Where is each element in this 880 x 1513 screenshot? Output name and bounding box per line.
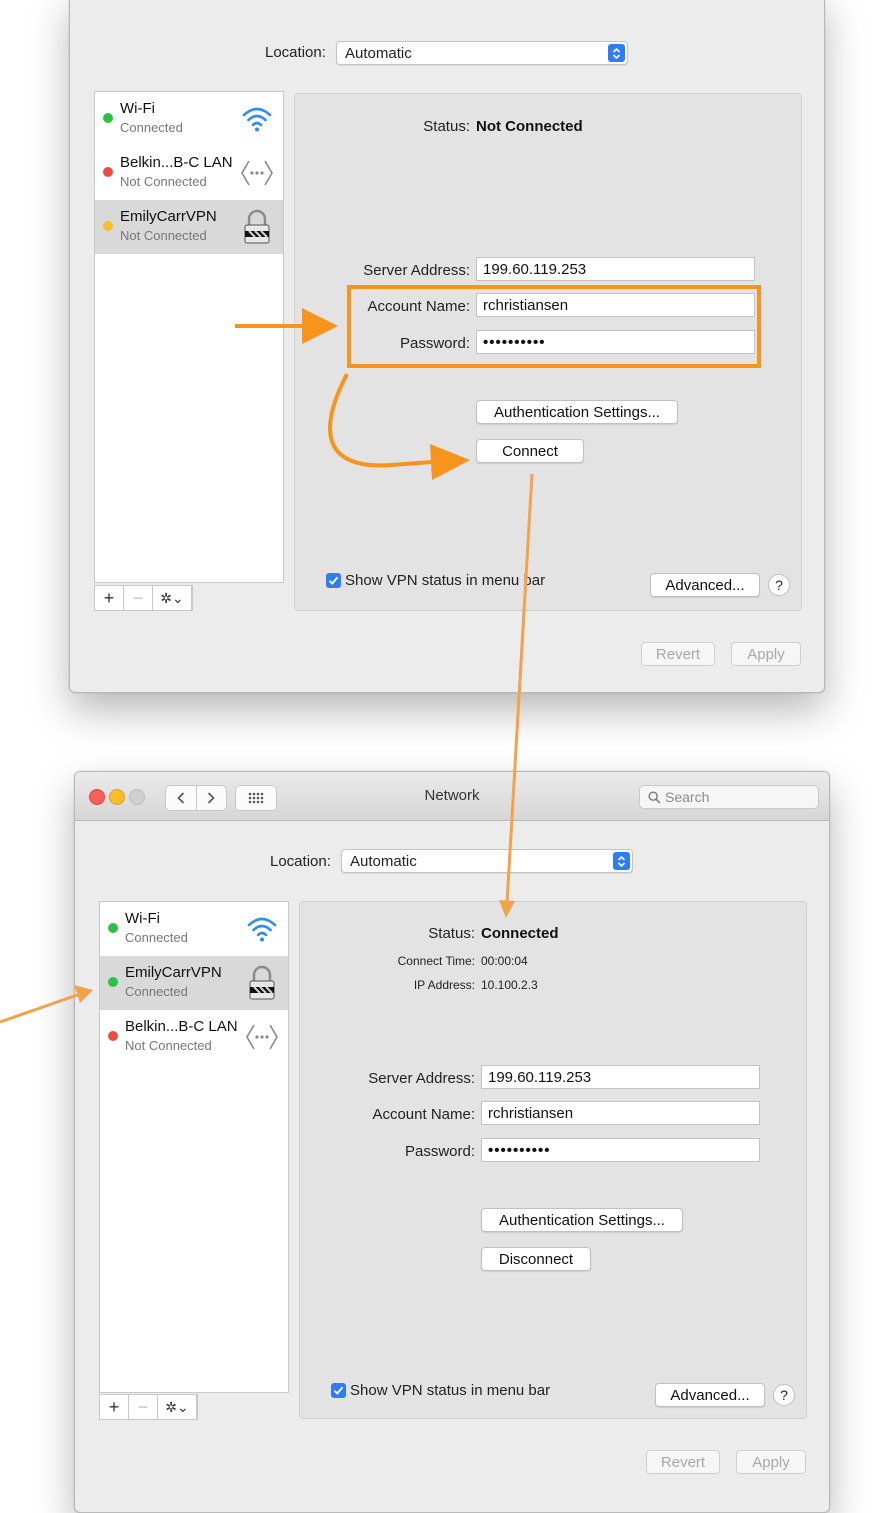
remove-service-button[interactable]: − xyxy=(129,1395,158,1419)
service-item-wifi[interactable]: Wi-Fi Connected xyxy=(95,92,283,146)
status-dot xyxy=(108,923,118,933)
service-name: Belkin...B-C LAN xyxy=(125,1018,238,1035)
location-value: Automatic xyxy=(350,852,417,870)
show-vpn-checkbox[interactable] xyxy=(326,573,341,588)
service-toolbar: + − ✲⌄ xyxy=(94,585,193,611)
status-dot xyxy=(103,221,113,231)
vpn-lock-icon xyxy=(239,209,275,245)
server-address-field[interactable]: 199.60.119.253 xyxy=(476,257,755,281)
authentication-settings-button[interactable]: Authentication Settings... xyxy=(476,400,678,424)
service-name: Wi-Fi xyxy=(120,100,155,117)
location-label: Location: xyxy=(270,853,331,870)
service-item-vpn[interactable]: EmilyCarrVPN Connected xyxy=(100,956,288,1010)
status-value: Not Connected xyxy=(476,118,583,135)
network-window-after: Network Search Location: Automatic Wi-Fi… xyxy=(74,771,830,1513)
search-input[interactable]: Search xyxy=(639,785,819,809)
password-label: Password: xyxy=(404,1143,475,1160)
location-label: Location: xyxy=(265,44,326,61)
ethernet-icon xyxy=(244,1019,280,1055)
password-field[interactable]: •••••••••• xyxy=(481,1138,760,1162)
title-bar: Network Search xyxy=(75,772,829,821)
status-dot xyxy=(108,1031,118,1041)
service-item-vpn[interactable]: EmilyCarrVPN Not Connected xyxy=(95,200,283,254)
wifi-icon xyxy=(239,101,275,137)
account-name-label: Account Name: xyxy=(372,1106,475,1123)
service-item-wifi[interactable]: Wi-Fi Connected xyxy=(100,902,288,956)
status-value: Connected xyxy=(481,925,559,942)
detail-pane: Status: Connected Connect Time: 00:00:04… xyxy=(299,901,807,1419)
help-button[interactable]: ? xyxy=(773,1384,795,1406)
status-dot xyxy=(103,167,113,177)
service-list: Wi-Fi Connected EmilyCarrVPN Connected B… xyxy=(99,901,289,1393)
gear-icon[interactable]: ✲⌄ xyxy=(153,586,192,610)
apply-button[interactable]: Apply xyxy=(736,1450,806,1474)
disconnect-button[interactable]: Disconnect xyxy=(481,1247,591,1271)
gear-icon[interactable]: ✲⌄ xyxy=(158,1395,197,1419)
service-status: Connected xyxy=(120,120,183,135)
account-name-field[interactable]: rchristiansen xyxy=(481,1101,760,1125)
server-address-field[interactable]: 199.60.119.253 xyxy=(481,1065,760,1089)
ip-address-label: IP Address: xyxy=(413,978,475,992)
revert-button[interactable]: Revert xyxy=(646,1450,720,1474)
status-dot xyxy=(103,113,113,123)
service-status: Not Connected xyxy=(120,228,207,243)
location-popup[interactable]: Automatic xyxy=(341,849,633,873)
location-popup[interactable]: Automatic xyxy=(336,41,628,65)
service-item-lan[interactable]: Belkin...B-C LAN Not Connected xyxy=(100,1010,288,1064)
connect-button[interactable]: Connect xyxy=(476,439,584,463)
location-value: Automatic xyxy=(345,44,412,62)
advanced-button[interactable]: Advanced... xyxy=(650,573,760,597)
service-name: Wi-Fi xyxy=(125,910,160,927)
service-name: EmilyCarrVPN xyxy=(120,208,217,225)
service-list: Wi-Fi Connected Belkin...B-C LAN Not Con… xyxy=(94,91,284,583)
apply-button[interactable]: Apply xyxy=(731,642,801,666)
service-name: EmilyCarrVPN xyxy=(125,964,222,981)
connect-time-value: 00:00:04 xyxy=(481,954,528,968)
search-icon xyxy=(648,790,661,804)
help-button[interactable]: ? xyxy=(768,574,790,596)
add-service-button[interactable]: + xyxy=(100,1395,129,1419)
connect-time-label: Connect Time: xyxy=(397,954,475,968)
vpn-lock-icon xyxy=(244,965,280,1001)
add-service-button[interactable]: + xyxy=(95,586,124,610)
remove-service-button[interactable]: − xyxy=(124,586,153,610)
status-label: Status: xyxy=(423,118,470,135)
status-dot xyxy=(108,977,118,987)
revert-button[interactable]: Revert xyxy=(641,642,715,666)
show-vpn-label: Show VPN status in menu bar xyxy=(345,572,546,589)
service-name: Belkin...B-C LAN xyxy=(120,154,233,171)
ethernet-icon xyxy=(239,155,275,191)
service-status: Connected xyxy=(125,984,188,999)
service-status: Not Connected xyxy=(125,1038,212,1053)
server-address-label: Server Address: xyxy=(368,1070,475,1087)
advanced-button[interactable]: Advanced... xyxy=(655,1383,765,1407)
show-vpn-label: Show VPN status in menu bar xyxy=(350,1382,551,1399)
service-status: Connected xyxy=(125,930,188,945)
service-item-lan[interactable]: Belkin...B-C LAN Not Connected xyxy=(95,146,283,200)
search-placeholder: Search xyxy=(665,789,710,805)
authentication-settings-button[interactable]: Authentication Settings... xyxy=(481,1208,683,1232)
service-status: Not Connected xyxy=(120,174,207,189)
popup-arrows-icon xyxy=(613,852,630,870)
ip-address-value: 10.100.2.3 xyxy=(481,978,538,992)
service-toolbar: + − ✲⌄ xyxy=(99,1394,198,1420)
server-address-label: Server Address: xyxy=(363,262,470,279)
show-vpn-checkbox[interactable] xyxy=(331,1383,346,1398)
status-label: Status: xyxy=(428,925,475,942)
popup-arrows-icon xyxy=(608,44,625,62)
credentials-highlight-box xyxy=(347,285,761,368)
wifi-icon xyxy=(244,911,280,947)
